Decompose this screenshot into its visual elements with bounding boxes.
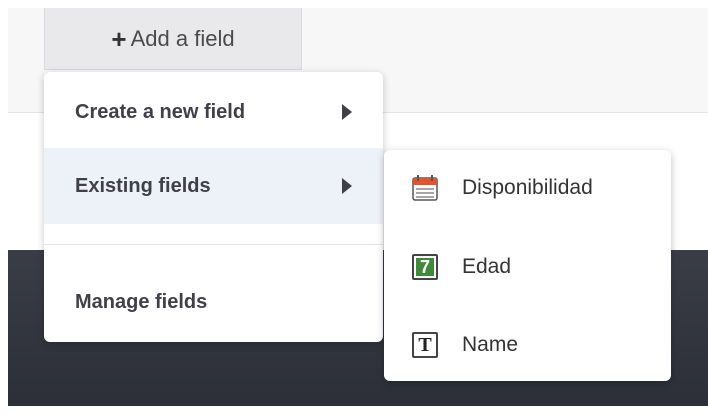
menu-item-existing-fields[interactable]: Existing fields — [44, 148, 383, 224]
add-field-label: Add a field — [130, 25, 235, 51]
text-icon: T — [412, 332, 438, 358]
number-icon: 7 — [412, 254, 438, 280]
manage-fields-label: Manage fields — [75, 290, 208, 313]
menu-item-create-new-field[interactable]: Create a new field — [44, 76, 383, 148]
submenu-item-label: Edad — [462, 255, 512, 278]
chevron-right-icon — [342, 178, 352, 194]
menu-item-manage-fields[interactable]: Manage fields — [44, 262, 383, 342]
calendar-icon — [412, 175, 438, 201]
existing-fields-label: Existing fields — [75, 174, 211, 197]
submenu-item-name[interactable]: T Name — [384, 315, 671, 375]
add-field-menu: Create a new field Existing fields Manag… — [44, 72, 383, 342]
create-new-field-label: Create a new field — [75, 100, 246, 123]
existing-fields-submenu: Disponibilidad 7 Edad T Name — [384, 150, 671, 381]
submenu-item-label: Name — [462, 333, 519, 356]
menu-divider — [44, 244, 383, 245]
chevron-right-icon — [342, 104, 352, 120]
submenu-item-label: Disponibilidad — [462, 176, 593, 199]
plus-icon: + — [111, 23, 127, 54]
submenu-item-disponibilidad[interactable]: Disponibilidad — [384, 158, 671, 218]
submenu-item-edad[interactable]: 7 Edad — [384, 237, 671, 297]
add-field-button[interactable]: + Add a field — [44, 8, 302, 70]
